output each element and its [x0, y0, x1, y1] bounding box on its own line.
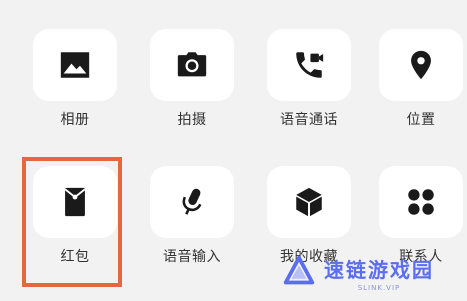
panel-item-label: 拍摄 [177, 112, 207, 128]
panel-item-album[interactable]: 相册 [33, 29, 117, 159]
four-dots-icon [408, 189, 434, 215]
favorites-tile[interactable] [267, 166, 351, 238]
voice-input-tile[interactable] [150, 166, 234, 238]
camera-icon [177, 52, 207, 77]
camera-tile[interactable] [150, 29, 234, 101]
watermark-subtitle: SLINK.VIP [357, 284, 401, 292]
panel-item-red-envelope[interactable]: 红包 [33, 166, 117, 296]
watermark-text: 速链游戏园 SLINK.VIP [324, 254, 434, 292]
voice-call-tile[interactable] [267, 29, 351, 101]
panel-item-voice-call[interactable]: 语音通话 [267, 29, 351, 159]
watermark-title: 速链游戏园 [324, 258, 434, 282]
panel-item-voice-input[interactable]: 语音输入 [150, 166, 234, 296]
attachment-panel: 相册 拍摄 语音通话 位置 红包 语音输入 我的收藏 联系人 速链游戏园 SLI… [0, 0, 467, 301]
watermark: 速链游戏园 SLINK.VIP [270, 248, 462, 298]
cube-icon [296, 187, 322, 217]
album-tile[interactable] [33, 29, 117, 101]
watermark-logo-icon [283, 255, 315, 285]
panel-item-label: 语音通话 [280, 112, 338, 128]
phone-video-icon [296, 52, 324, 78]
panel-item-location[interactable]: 位置 [379, 29, 463, 159]
red-envelope-tile[interactable] [33, 166, 117, 238]
panel-item-label: 相册 [60, 112, 90, 128]
location-tile[interactable] [379, 29, 463, 101]
panel-item-label: 红包 [60, 249, 90, 265]
red-envelope-icon [64, 187, 86, 217]
panel-item-label: 语音输入 [163, 249, 221, 265]
contacts-tile[interactable] [379, 166, 463, 238]
image-icon [60, 52, 90, 78]
location-pin-icon [411, 50, 431, 80]
panel-item-label: 位置 [406, 112, 436, 128]
panel-item-camera[interactable]: 拍摄 [150, 29, 234, 159]
microphone-icon [182, 188, 202, 215]
